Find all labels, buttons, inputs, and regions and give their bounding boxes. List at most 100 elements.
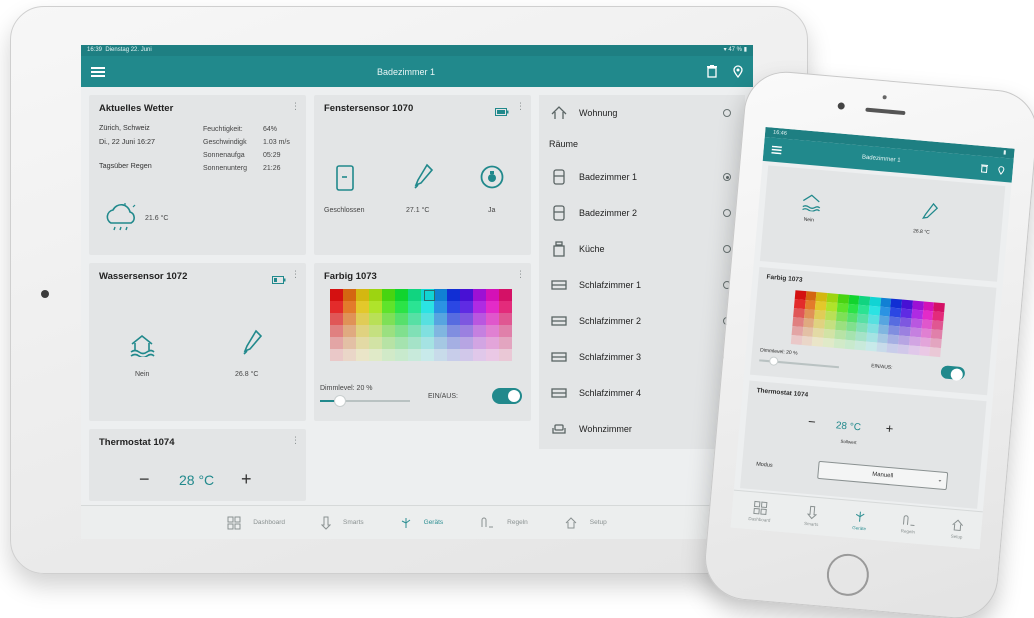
room-radio[interactable] (723, 245, 731, 253)
color-swatch[interactable] (460, 313, 473, 325)
color-swatch[interactable] (382, 337, 395, 349)
room-radio[interactable] (723, 109, 731, 117)
color-swatch[interactable] (356, 289, 369, 301)
color-swatch[interactable] (330, 301, 343, 313)
color-swatch[interactable] (499, 301, 512, 313)
color-palette[interactable] (330, 289, 512, 361)
color-swatch[interactable] (395, 313, 408, 325)
color-swatch[interactable] (499, 337, 512, 349)
color-swatch[interactable] (447, 337, 460, 349)
color-swatch[interactable] (434, 313, 447, 325)
color-swatch[interactable] (382, 289, 395, 301)
color-swatch[interactable] (330, 325, 343, 337)
color-swatch[interactable] (369, 289, 382, 301)
color-swatch[interactable] (486, 337, 499, 349)
color-swatch[interactable] (408, 313, 421, 325)
color-swatch[interactable] (369, 325, 382, 337)
decrease-button[interactable]: − (139, 469, 150, 490)
color-swatch[interactable] (486, 313, 499, 325)
room-item[interactable]: Schlafzimmer 4 (539, 375, 745, 411)
phone-nav-item[interactable]: Smarts (804, 505, 820, 527)
phone-nav-item[interactable]: Geräte (852, 509, 868, 531)
nav-item[interactable]: Dashboard (227, 516, 285, 530)
color-swatch[interactable] (343, 289, 356, 301)
color-swatch[interactable] (395, 325, 408, 337)
color-swatch[interactable] (382, 301, 395, 313)
color-swatch[interactable] (434, 337, 447, 349)
color-swatch[interactable] (473, 313, 486, 325)
color-swatch[interactable] (486, 325, 499, 337)
color-swatch[interactable] (356, 325, 369, 337)
color-swatch[interactable] (434, 349, 447, 361)
room-item[interactable]: Badezimmer 1 (539, 159, 745, 195)
color-swatch[interactable] (356, 301, 369, 313)
color-swatch[interactable] (473, 301, 486, 313)
more-options-icon[interactable]: ⋮ (291, 269, 300, 280)
trash-icon[interactable] (980, 163, 989, 173)
color-swatch[interactable] (356, 349, 369, 361)
color-swatch[interactable] (499, 289, 512, 301)
color-swatch[interactable] (447, 301, 460, 313)
more-options-icon[interactable]: ⋮ (516, 101, 525, 112)
color-swatch[interactable] (343, 337, 356, 349)
location-pin-icon[interactable] (997, 165, 1005, 175)
color-swatch[interactable] (369, 301, 382, 313)
color-swatch[interactable] (395, 349, 408, 361)
color-swatch[interactable] (408, 301, 421, 313)
color-swatch[interactable] (330, 289, 343, 301)
dimm-slider-thumb[interactable] (334, 395, 346, 407)
phone-nav-item[interactable]: Setup (949, 518, 965, 540)
color-swatch[interactable] (473, 349, 486, 361)
room-item-wohnung[interactable]: Wohnung (539, 95, 745, 131)
color-swatch[interactable] (460, 301, 473, 313)
dimm-slider[interactable] (320, 395, 410, 407)
color-swatch[interactable] (499, 313, 512, 325)
color-swatch[interactable] (369, 337, 382, 349)
location-pin-icon[interactable] (733, 65, 743, 78)
phone-onoff-toggle[interactable] (940, 365, 966, 381)
phone-decrease-button[interactable]: − (807, 414, 816, 430)
color-swatch[interactable] (460, 289, 473, 301)
color-swatch[interactable] (343, 301, 356, 313)
menu-icon[interactable] (771, 145, 782, 155)
room-radio[interactable] (723, 173, 731, 181)
color-swatch[interactable] (343, 325, 356, 337)
color-swatch[interactable] (434, 289, 447, 301)
color-swatch[interactable] (447, 289, 460, 301)
color-swatch[interactable] (486, 301, 499, 313)
room-item[interactable]: Schlafzimmer 2 (539, 303, 745, 339)
color-swatch[interactable] (408, 325, 421, 337)
color-swatch[interactable] (356, 337, 369, 349)
color-swatch[interactable] (499, 325, 512, 337)
color-swatch[interactable] (343, 313, 356, 325)
nav-item[interactable]: Smarts (321, 516, 364, 530)
color-swatch[interactable] (460, 349, 473, 361)
color-swatch[interactable] (473, 289, 486, 301)
color-swatch[interactable] (330, 337, 343, 349)
color-swatch[interactable] (382, 349, 395, 361)
color-swatch[interactable] (369, 349, 382, 361)
room-item[interactable]: Badezimmer 2 (539, 195, 745, 231)
color-swatch[interactable] (499, 349, 512, 361)
room-item[interactable]: Küche (539, 231, 745, 267)
color-swatch[interactable] (343, 349, 356, 361)
nav-item[interactable]: Geräts (400, 516, 443, 530)
color-swatch[interactable] (421, 337, 434, 349)
room-item[interactable]: Schlafzimmer 1 (539, 267, 745, 303)
phone-dimm-slider[interactable] (759, 356, 840, 368)
color-swatch[interactable] (421, 301, 434, 313)
trash-icon[interactable] (707, 65, 717, 78)
color-swatch[interactable] (929, 347, 941, 358)
color-swatch[interactable] (421, 325, 434, 337)
phone-mode-select[interactable]: Manuell ⌄ (817, 460, 949, 491)
color-swatch[interactable] (460, 337, 473, 349)
color-swatch[interactable] (473, 325, 486, 337)
phone-color-palette[interactable] (790, 290, 945, 358)
color-swatch[interactable] (447, 313, 460, 325)
color-swatch[interactable] (382, 325, 395, 337)
color-swatch[interactable] (447, 349, 460, 361)
onoff-toggle[interactable] (492, 388, 522, 404)
phone-dimm-thumb[interactable] (768, 356, 779, 366)
phone-nav-item[interactable]: Regeln (900, 514, 918, 535)
color-swatch[interactable] (460, 325, 473, 337)
